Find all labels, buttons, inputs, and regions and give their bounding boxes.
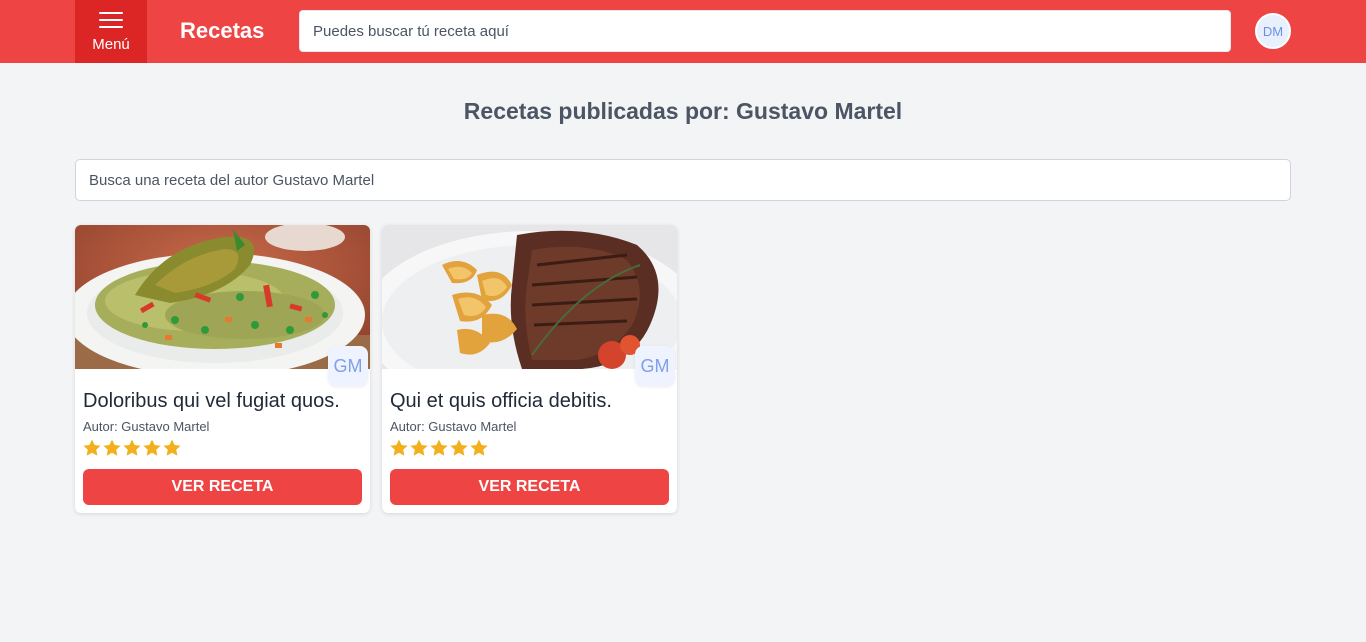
author-avatar-badge: GM bbox=[328, 346, 368, 386]
user-avatar[interactable]: DM bbox=[1255, 13, 1291, 49]
recipe-title: Qui et quis officia debitis. bbox=[390, 390, 612, 412]
star-icon bbox=[410, 439, 428, 456]
hamburger-icon bbox=[99, 11, 123, 29]
recipe-search-input[interactable] bbox=[299, 10, 1231, 52]
recipe-author: Autor: Gustavo Martel bbox=[390, 419, 517, 434]
recipe-author: Autor: Gustavo Martel bbox=[83, 419, 210, 434]
view-recipe-button[interactable]: VER RECETA bbox=[83, 469, 362, 505]
star-icon bbox=[103, 439, 121, 456]
star-icon bbox=[470, 439, 488, 456]
menu-button[interactable]: Menú bbox=[75, 0, 147, 63]
author-avatar-badge: GM bbox=[635, 346, 675, 386]
top-navbar: Menú Recetas DM bbox=[0, 0, 1366, 63]
star-icon bbox=[163, 439, 181, 456]
recipe-image[interactable] bbox=[75, 225, 370, 369]
view-recipe-button[interactable]: VER RECETA bbox=[390, 469, 669, 505]
star-icon bbox=[123, 439, 141, 456]
recipe-card: GM Doloribus qui vel fugiat quos. Autor:… bbox=[75, 225, 370, 513]
star-icon bbox=[390, 439, 408, 456]
star-rating bbox=[82, 438, 182, 458]
recipe-image[interactable] bbox=[382, 225, 677, 369]
recipe-title: Doloribus qui vel fugiat quos. bbox=[83, 390, 340, 412]
star-icon bbox=[450, 439, 468, 456]
author-recipe-search-input[interactable] bbox=[75, 159, 1291, 201]
recipe-card: GM Qui et quis officia debitis. Autor: G… bbox=[382, 225, 677, 513]
menu-label: Menú bbox=[92, 36, 130, 53]
page-title: Recetas publicadas por: Gustavo Martel bbox=[463, 98, 903, 124]
star-rating bbox=[389, 438, 489, 458]
brand-title[interactable]: Recetas bbox=[180, 16, 264, 46]
star-icon bbox=[430, 439, 448, 456]
star-icon bbox=[143, 439, 161, 456]
star-icon bbox=[83, 439, 101, 456]
